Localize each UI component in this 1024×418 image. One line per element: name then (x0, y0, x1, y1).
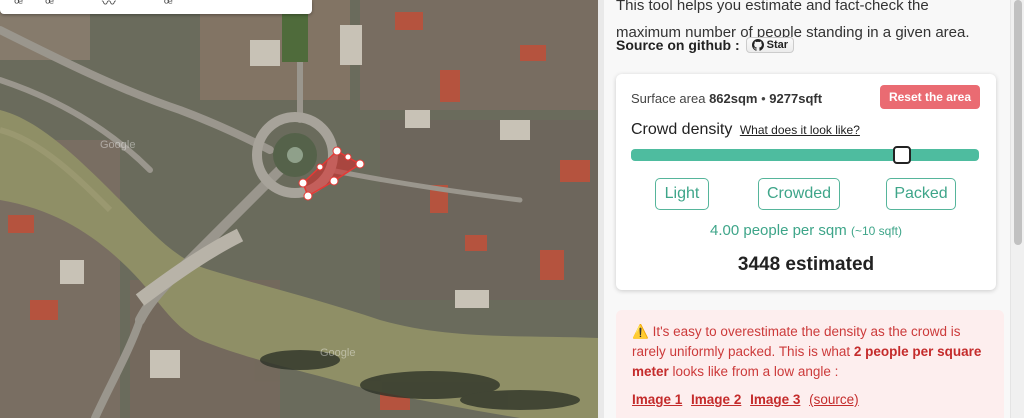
app-root: Google Google ꟹꟹ 〰 ꟹ This tool helps you… (0, 0, 1024, 418)
github-icon (751, 39, 764, 51)
warning-text: ⚠️ It's easy to overestimate the density… (632, 322, 988, 382)
warning-text-2: looks like from a low angle : (672, 364, 839, 379)
warning-links: Image 1 Image 2 Image 3 (source) (632, 390, 988, 410)
warning-box: ⚠️ It's easy to overestimate the density… (616, 310, 1004, 418)
estimated-count: 3448 estimated (737, 254, 875, 275)
satellite-map[interactable]: Google Google ꟹꟹ 〰 ꟹ (0, 0, 598, 418)
crowd-density-label: Crowd density (631, 121, 733, 138)
map-watermark: Google (100, 139, 135, 151)
warning-icon: ⚠️ (632, 324, 649, 339)
source-link[interactable]: (source) (809, 392, 859, 407)
surface-sqft: 9277sqft (769, 91, 823, 106)
people-per-sqm-value: 4.00 people per sqm (710, 222, 847, 239)
surface-area: Surface area 862sqm • 9277sqft (631, 91, 822, 106)
star-label: Star (766, 39, 789, 51)
image-2-link[interactable]: Image 2 (691, 392, 741, 407)
density-help-link[interactable]: What does it look like? (740, 123, 860, 137)
image-3-link[interactable]: Image 3 (750, 392, 800, 407)
intro-line-1: This tool helps you estimate and fact-ch… (616, 0, 929, 14)
scrollbar-thumb[interactable] (1014, 0, 1022, 245)
github-star-button[interactable]: Star (745, 37, 795, 53)
estimate-card: Surface area 862sqm • 9277sqft Reset the… (616, 74, 996, 290)
source-row: Source on github : Star (616, 37, 795, 53)
density-slider-track[interactable] (631, 149, 979, 161)
people-per-sqm: 4.00 people per sqm (~10 sqft) (616, 222, 996, 239)
reset-area-button[interactable]: Reset the area (879, 85, 980, 109)
panel-scrollbar[interactable] (1010, 0, 1024, 418)
map-watermark: Google (320, 347, 355, 359)
density-slider-knob[interactable] (893, 146, 911, 164)
side-panel: This tool helps you estimate and fact-ch… (604, 0, 1010, 418)
crowd-density-heading: Crowd density What does it look like? (631, 121, 860, 139)
image-1-link[interactable]: Image 1 (632, 392, 682, 407)
people-per-sqft-value: (~10 sqft) (850, 224, 902, 238)
preset-light-button[interactable]: Light (655, 178, 709, 210)
surface-separator: • (761, 91, 766, 106)
map-search-text: ꟹꟹ 〰 ꟹ (14, 0, 195, 11)
preset-packed-button[interactable]: Packed (886, 178, 956, 210)
preset-crowded-button[interactable]: Crowded (758, 178, 840, 210)
map-imagery[interactable]: Google Google (0, 0, 598, 418)
source-label: Source on github : (616, 37, 740, 53)
surface-sqm: 862sqm (709, 91, 758, 106)
map-search-box[interactable]: ꟹꟹ 〰 ꟹ (0, 0, 312, 14)
surface-prefix: Surface area (631, 91, 706, 106)
